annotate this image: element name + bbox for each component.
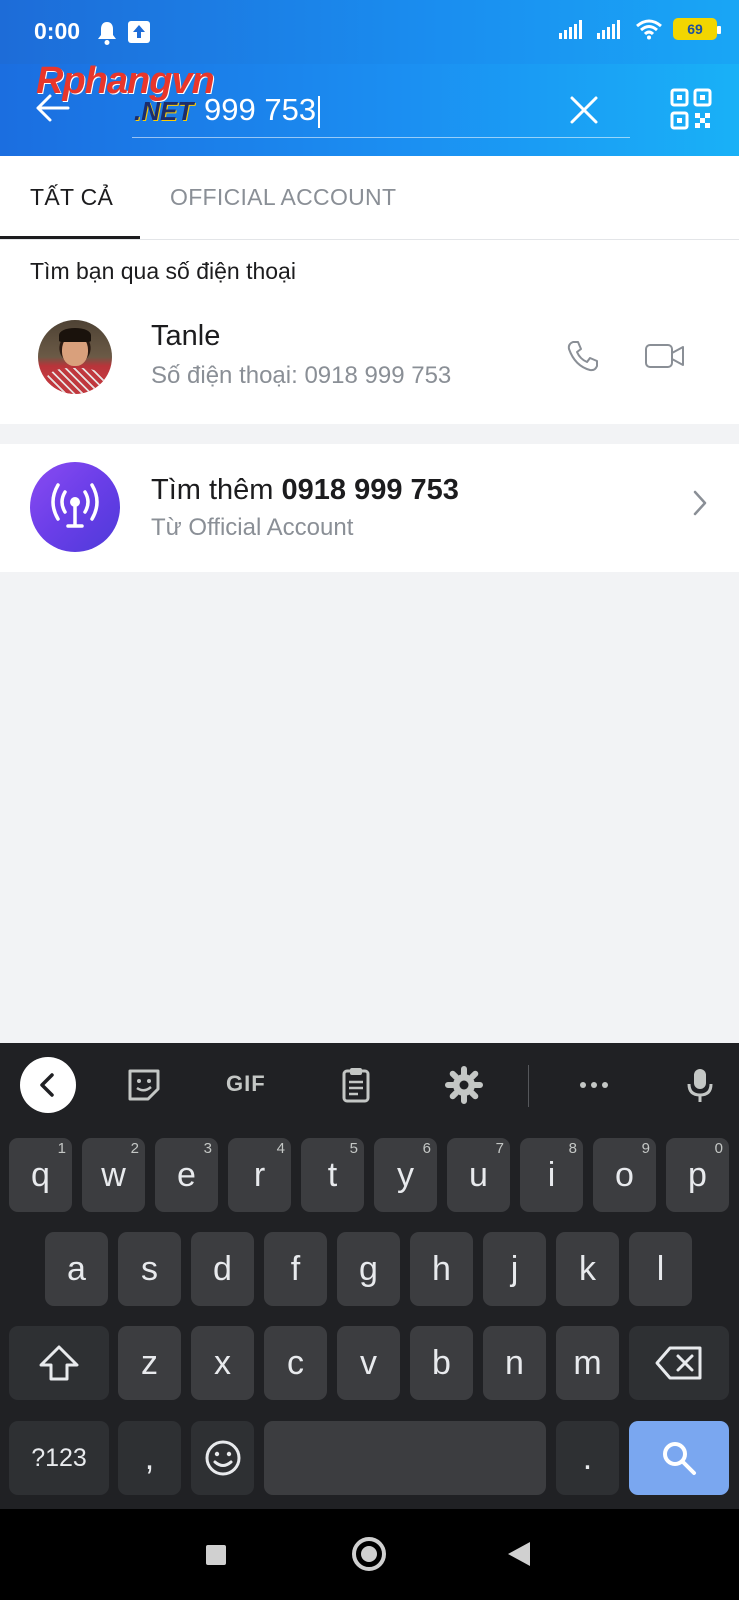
tab-all[interactable]: TẤT CẢ bbox=[30, 184, 113, 211]
avatar[interactable] bbox=[38, 320, 112, 394]
space-key[interactable] bbox=[264, 1421, 546, 1495]
search-header: 999 753 Rphangvn .NET bbox=[0, 60, 739, 156]
key-w[interactable]: w2 bbox=[82, 1138, 145, 1212]
key-f[interactable]: f bbox=[264, 1232, 327, 1306]
toolbar-divider bbox=[528, 1065, 529, 1107]
emoji-icon bbox=[205, 1440, 240, 1476]
tab-bar: TẤT CẢ OFFICIAL ACCOUNT bbox=[0, 156, 739, 240]
search-input-value[interactable]: 999 753 bbox=[204, 92, 321, 128]
tab-official-account[interactable]: OFFICIAL ACCOUNT bbox=[170, 184, 396, 211]
contact-name[interactable]: Tanle bbox=[151, 320, 220, 353]
key-r[interactable]: r4 bbox=[228, 1138, 291, 1212]
period-key[interactable]: . bbox=[556, 1421, 619, 1495]
status-icons: 69 bbox=[559, 18, 721, 40]
battery-icon: 69 bbox=[673, 18, 721, 40]
gif-button[interactable]: GIF bbox=[226, 1071, 266, 1097]
key-h[interactable]: h bbox=[410, 1232, 473, 1306]
clear-icon[interactable] bbox=[566, 92, 602, 128]
official-account-search-title: Tìm thêm 0918 999 753 bbox=[151, 474, 459, 506]
upload-icon bbox=[128, 21, 150, 43]
key-p[interactable]: p0 bbox=[666, 1138, 729, 1212]
key-b[interactable]: b bbox=[410, 1326, 473, 1400]
key-m[interactable]: m bbox=[556, 1326, 619, 1400]
official-account-search-number: 0918 999 753 bbox=[281, 474, 459, 506]
nav-back-icon[interactable] bbox=[508, 1542, 530, 1566]
key-c[interactable]: c bbox=[264, 1326, 327, 1400]
search-key[interactable] bbox=[629, 1421, 729, 1495]
signal-icon bbox=[559, 20, 582, 39]
keyboard-toolbar: GIF bbox=[0, 1043, 739, 1127]
status-time: 0:00 bbox=[34, 18, 81, 44]
notification-bell-icon bbox=[98, 22, 116, 45]
key-s[interactable]: s bbox=[118, 1232, 181, 1306]
shift-icon bbox=[39, 1345, 79, 1381]
home-icon[interactable] bbox=[352, 1537, 386, 1571]
more-options-icon[interactable] bbox=[574, 1065, 614, 1105]
video-call-icon[interactable] bbox=[644, 340, 686, 372]
wifi-icon bbox=[636, 19, 662, 40]
official-account-search-subtitle: Từ Official Account bbox=[151, 514, 354, 541]
on-screen-keyboard: GIF q1 w2 e3 r4 t5 y6 u7 i8 o9 p0 a s d … bbox=[0, 1043, 739, 1509]
key-u[interactable]: u7 bbox=[447, 1138, 510, 1212]
phone-call-icon[interactable] bbox=[565, 338, 601, 374]
broadcast-icon bbox=[30, 462, 120, 552]
keyboard-collapse-button[interactable] bbox=[20, 1057, 76, 1113]
key-z[interactable]: z bbox=[118, 1326, 181, 1400]
active-tab-indicator bbox=[0, 236, 140, 239]
key-g[interactable]: g bbox=[337, 1232, 400, 1306]
text-caret bbox=[318, 95, 321, 128]
backspace-key[interactable] bbox=[629, 1326, 729, 1400]
key-n[interactable]: n bbox=[483, 1326, 546, 1400]
key-o[interactable]: o9 bbox=[593, 1138, 656, 1212]
clipboard-icon[interactable] bbox=[336, 1065, 376, 1105]
phone-result-section: Tìm bạn qua số điện thoại Tanle Số điện … bbox=[0, 240, 739, 424]
key-d[interactable]: d bbox=[191, 1232, 254, 1306]
key-t[interactable]: t5 bbox=[301, 1138, 364, 1212]
emoji-key[interactable] bbox=[191, 1421, 254, 1495]
key-q[interactable]: q1 bbox=[9, 1138, 72, 1212]
contact-phone: Số điện thoại: 0918 999 753 bbox=[151, 362, 452, 389]
section-title: Tìm bạn qua số điện thoại bbox=[30, 258, 296, 284]
settings-gear-icon[interactable] bbox=[444, 1065, 484, 1105]
official-account-search-row[interactable]: Tìm thêm 0918 999 753 Từ Official Accoun… bbox=[0, 444, 739, 572]
key-e[interactable]: e3 bbox=[155, 1138, 218, 1212]
symbols-key[interactable]: ?123 bbox=[9, 1421, 109, 1495]
chevron-right-icon bbox=[693, 490, 707, 516]
recent-apps-icon[interactable] bbox=[206, 1545, 226, 1565]
key-i[interactable]: i8 bbox=[520, 1138, 583, 1212]
microphone-icon[interactable] bbox=[680, 1065, 720, 1105]
watermark-logo-suffix: .NET bbox=[134, 96, 194, 126]
key-l[interactable]: l bbox=[629, 1232, 692, 1306]
search-icon bbox=[663, 1442, 696, 1475]
key-v[interactable]: v bbox=[337, 1326, 400, 1400]
key-x[interactable]: x bbox=[191, 1326, 254, 1400]
signal-icon bbox=[597, 20, 620, 39]
backspace-icon bbox=[655, 1346, 702, 1380]
battery-level: 69 bbox=[687, 21, 703, 37]
key-a[interactable]: a bbox=[45, 1232, 108, 1306]
status-bar: 0:00 69 bbox=[0, 0, 739, 64]
key-j[interactable]: j bbox=[483, 1232, 546, 1306]
qr-code-icon[interactable] bbox=[670, 88, 712, 130]
key-k[interactable]: k bbox=[556, 1232, 619, 1306]
comma-key[interactable]: , bbox=[118, 1421, 181, 1495]
shift-key[interactable] bbox=[9, 1326, 109, 1400]
system-nav-bar bbox=[0, 1509, 739, 1600]
sticker-icon[interactable] bbox=[124, 1065, 164, 1105]
key-y[interactable]: y6 bbox=[374, 1138, 437, 1212]
